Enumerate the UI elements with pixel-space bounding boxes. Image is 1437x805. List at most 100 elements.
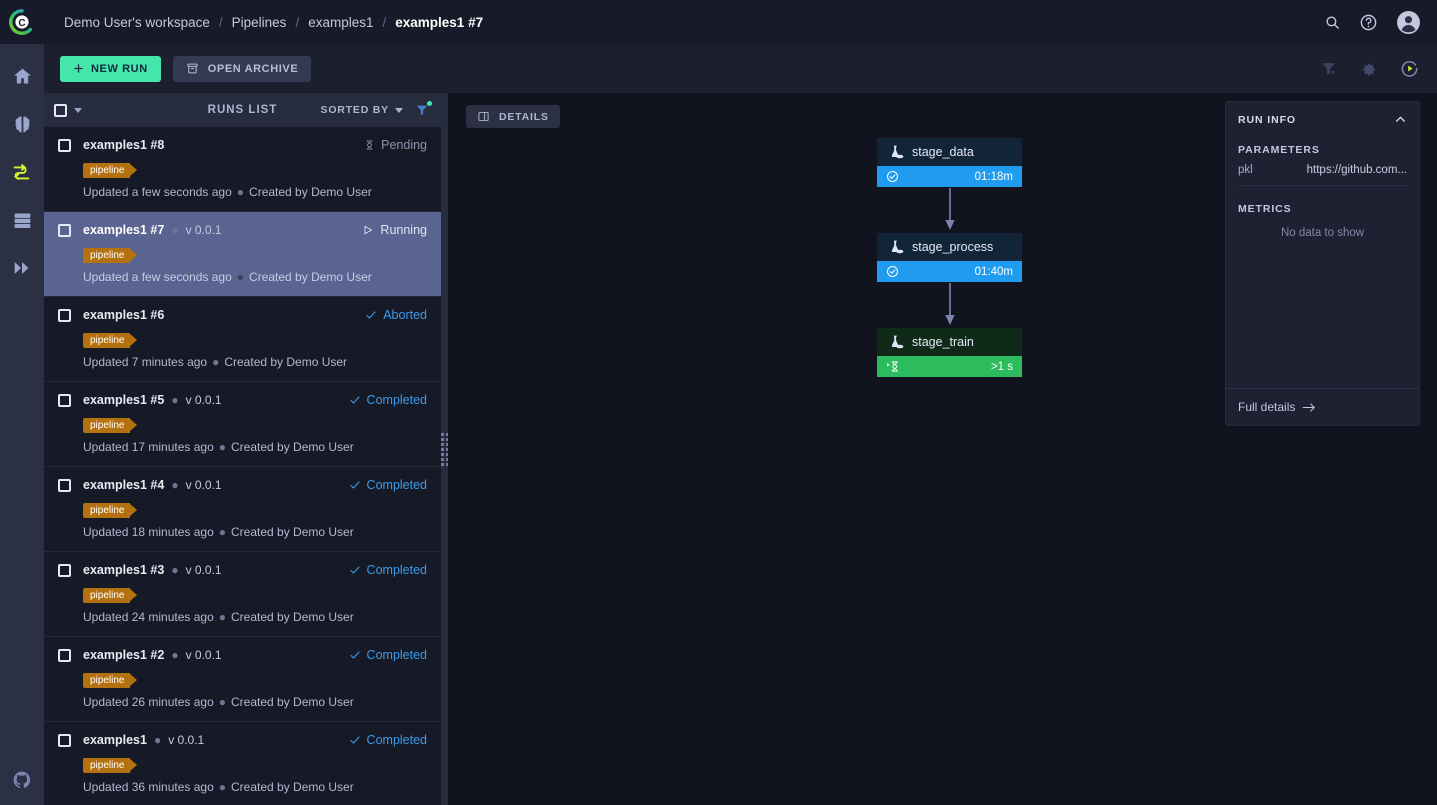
run-item-checkbox[interactable] (58, 224, 71, 237)
run-item-tag: pipeline (83, 588, 130, 603)
github-link[interactable] (0, 755, 44, 805)
check-icon (349, 479, 361, 491)
run-item-top-line: examples1 #7●v 0.0.1Running (58, 223, 427, 237)
details-button[interactable]: DETAILS (466, 105, 560, 128)
run-item-name: examples1 (83, 733, 147, 747)
new-run-button[interactable]: NEW RUN (60, 56, 161, 82)
select-all-checkbox[interactable] (54, 104, 67, 117)
flask-icon (887, 335, 904, 350)
hourglass-run-icon (886, 360, 902, 373)
breadcrumb-item-pipelines[interactable]: Pipelines (232, 15, 287, 30)
open-archive-button[interactable]: OPEN ARCHIVE (173, 56, 312, 82)
run-item-status: Completed (349, 648, 427, 662)
sidebar-item-pipelines[interactable] (0, 148, 44, 196)
sorted-by-button[interactable]: SORTED BY (321, 104, 403, 116)
run-item-created: Created by Demo User (249, 185, 372, 199)
help-icon (1359, 13, 1378, 32)
run-item-checkbox[interactable] (58, 139, 71, 152)
run-info-collapse-button[interactable] (1394, 113, 1407, 126)
run-item-checkbox[interactable] (58, 734, 71, 747)
run-info-title: RUN INFO (1238, 114, 1296, 126)
filter-badge-dot (427, 101, 432, 106)
filter-clear-button[interactable] (1320, 60, 1337, 77)
run-item-status-label: Completed (367, 478, 427, 492)
run-item-top-line: examples1 #4●v 0.0.1Completed (58, 478, 427, 492)
run-list-item[interactable]: examples1 #2●v 0.0.1CompletedpipelineUpd… (44, 637, 441, 722)
application-root: C (0, 0, 1437, 805)
run-item-meta-dot: ● (219, 780, 226, 794)
run-item-created: Created by Demo User (231, 525, 354, 539)
pipeline-node-status-bar: >1 s (877, 356, 1022, 377)
run-item-version: v 0.0.1 (186, 478, 222, 492)
panel-splitter[interactable] (441, 93, 448, 805)
run-item-checkbox[interactable] (58, 649, 71, 662)
settings-button[interactable] (1360, 60, 1377, 77)
full-details-link[interactable]: Full details (1226, 388, 1419, 425)
select-all-dropdown-icon[interactable] (74, 108, 82, 113)
pipeline-node-duration: 01:18m (975, 171, 1013, 183)
filter-clear-icon (1320, 60, 1337, 77)
breadcrumb-item-examples1[interactable]: examples1 (308, 15, 373, 30)
run-item-created: Created by Demo User (231, 780, 354, 794)
pipeline-canvas[interactable]: DETAILS stage_data01:18mstage_process01:… (448, 93, 1437, 805)
run-list-item[interactable]: examples1 #3●v 0.0.1CompletedpipelineUpd… (44, 552, 441, 637)
run-item-top-line: examples1 #8Pending (58, 138, 427, 152)
pipeline-node[interactable]: stage_train >1 s (877, 328, 1022, 377)
runs-list-header: RUNS LIST SORTED BY (44, 93, 441, 127)
pipeline-node[interactable]: stage_data01:18m (877, 138, 1022, 187)
run-item-updated: Updated 7 minutes ago (83, 355, 207, 369)
pipeline-node-header: stage_process (877, 233, 1022, 261)
run-list-item[interactable]: examples1●v 0.0.1CompletedpipelineUpdate… (44, 722, 441, 805)
run-item-checkbox[interactable] (58, 309, 71, 322)
avatar-icon (1396, 10, 1421, 35)
run-item-tag-wrap: pipeline (83, 755, 427, 773)
run-item-checkbox[interactable] (58, 479, 71, 492)
filter-button[interactable] (415, 103, 429, 117)
run-item-version: v 0.0.1 (186, 393, 222, 407)
run-list-item[interactable]: examples1 #5●v 0.0.1CompletedpipelineUpd… (44, 382, 441, 467)
top-bar: Demo User's workspace / Pipelines / exam… (44, 0, 1437, 44)
breadcrumb: Demo User's workspace / Pipelines / exam… (64, 15, 483, 30)
run-item-created: Created by Demo User (231, 440, 354, 454)
breadcrumb-item-workspace[interactable]: Demo User's workspace (64, 15, 210, 30)
run-refresh-button[interactable] (1400, 59, 1419, 78)
run-item-tag-wrap: pipeline (83, 160, 427, 178)
sidebar-item-expand[interactable] (0, 244, 44, 292)
details-label: DETAILS (499, 111, 549, 123)
run-item-meta-dot: ● (237, 270, 244, 284)
avatar[interactable] (1396, 10, 1421, 35)
pipeline-node-title: stage_train (912, 335, 974, 349)
breadcrumb-separator: / (383, 15, 387, 30)
search-icon (1324, 14, 1341, 31)
sidebar-item-home[interactable] (0, 52, 44, 100)
pipeline-graph: stage_data01:18mstage_process01:40mstage… (877, 138, 1022, 377)
breadcrumb-separator: / (295, 15, 299, 30)
run-item-status: Aborted (365, 308, 427, 322)
run-item-checkbox[interactable] (58, 564, 71, 577)
graph-edge (877, 282, 1022, 328)
run-item-dot: ● (171, 393, 178, 407)
app-logo[interactable]: C (0, 0, 44, 44)
run-item-updated: Updated 26 minutes ago (83, 695, 214, 709)
check-circle-icon (886, 265, 899, 278)
runs-list-scroll[interactable]: examples1 #8Pending pipeline Updated a few… (44, 127, 441, 805)
search-button[interactable] (1324, 14, 1341, 31)
metrics-empty-text: No data to show (1226, 227, 1419, 239)
run-item-tag: pipeline (83, 503, 130, 518)
run-item-created: Created by Demo User (231, 695, 354, 709)
run-list-item[interactable]: examples1 #6AbortedpipelineUpdated 7 min… (44, 297, 441, 382)
full-details-label: Full details (1238, 400, 1295, 414)
help-button[interactable] (1359, 13, 1378, 32)
run-item-status-label: Aborted (383, 308, 427, 322)
sidebar-item-experiments[interactable] (0, 100, 44, 148)
run-item-checkbox[interactable] (58, 394, 71, 407)
sidebar-item-datasets[interactable] (0, 196, 44, 244)
run-item-meta: Updated a few seconds ago●Created by Dem… (83, 185, 427, 199)
run-list-item[interactable]: examples1 #7●v 0.0.1RunningpipelineUpdat… (44, 212, 441, 297)
pipeline-node[interactable]: stage_process01:40m (877, 233, 1022, 282)
run-list-item[interactable]: examples1 #4●v 0.0.1CompletedpipelineUpd… (44, 467, 441, 552)
run-item-meta-dot: ● (219, 440, 226, 454)
run-item-tag-wrap: pipeline (83, 330, 427, 348)
run-list-item[interactable]: examples1 #8Pending pipeline Updated a few… (44, 127, 441, 212)
sorted-by-label: SORTED BY (321, 104, 389, 116)
